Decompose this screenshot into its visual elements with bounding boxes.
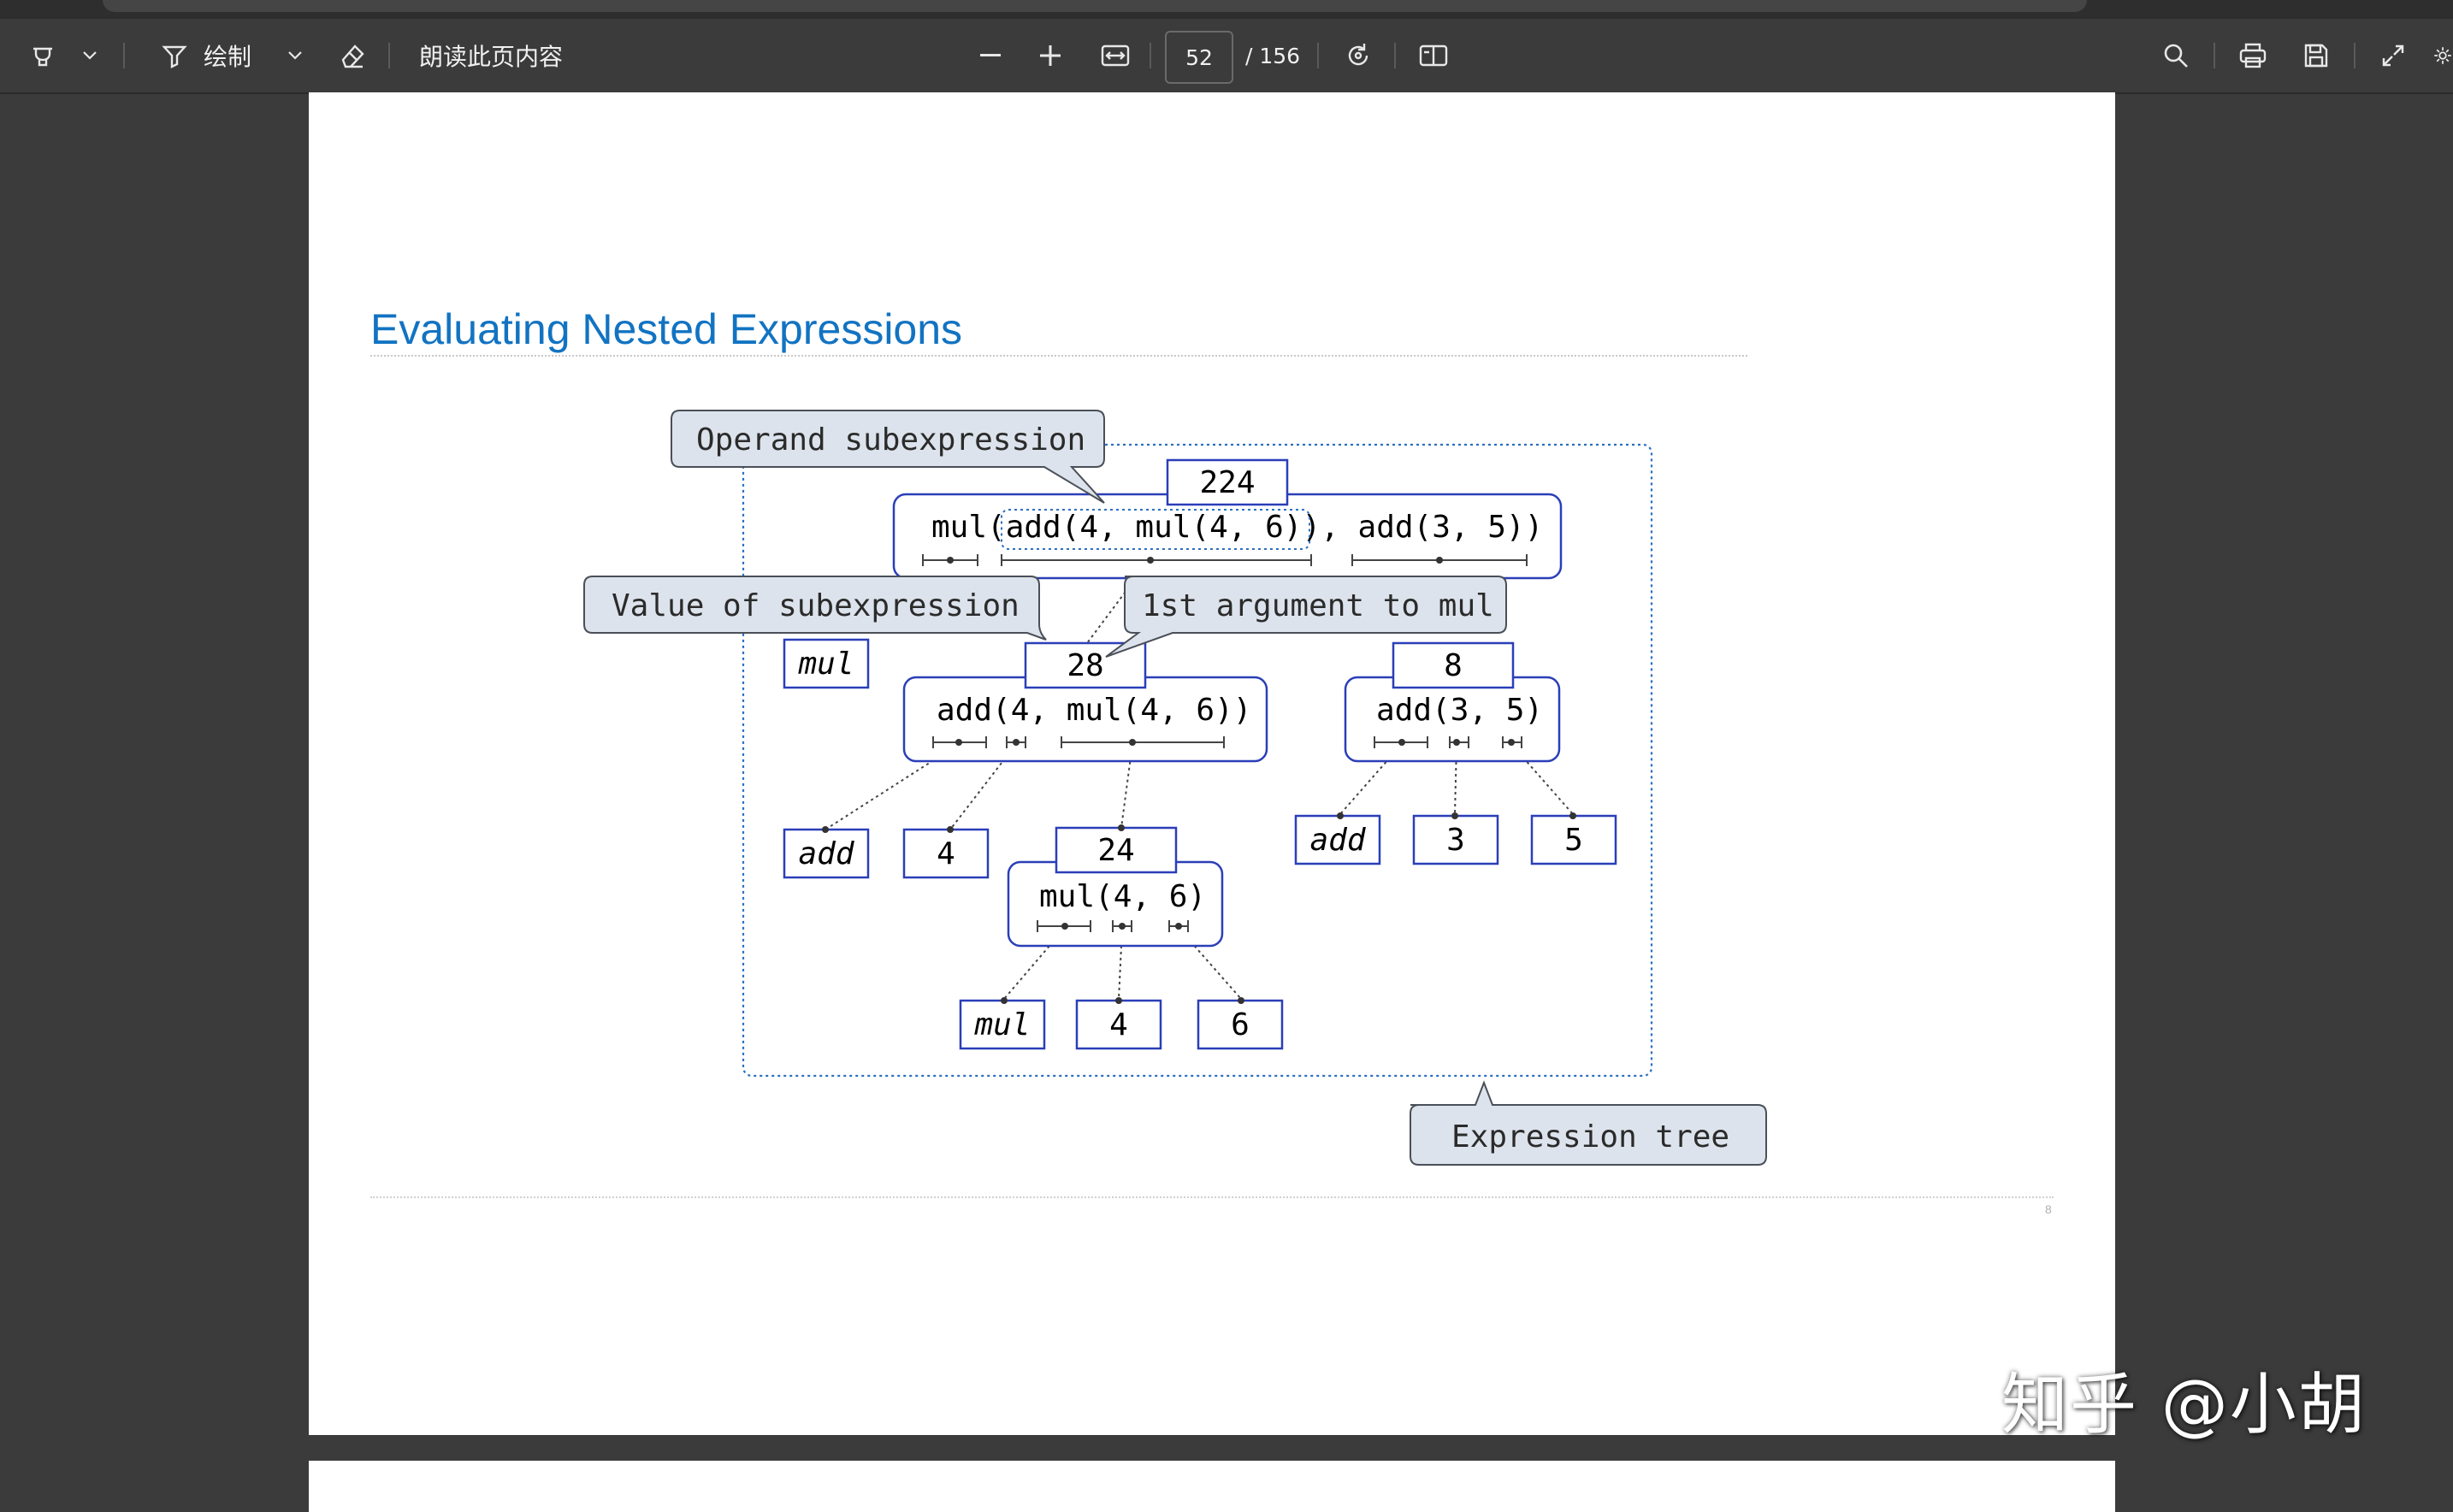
zoom-in-icon[interactable] xyxy=(1033,19,1067,92)
toolbar-divider xyxy=(1150,43,1151,68)
save-icon[interactable] xyxy=(2297,19,2335,92)
toolbar-divider xyxy=(1394,43,1396,68)
right-value: 8 xyxy=(1444,648,1463,683)
search-icon[interactable] xyxy=(2157,19,2195,92)
expression-tree-diagram: .bx { fill: #ffffff; stroke: #2a3fb8; st… xyxy=(583,410,1767,1166)
leaf-four-inner: 4 xyxy=(1109,1007,1128,1042)
toolbar-divider xyxy=(388,43,390,68)
inner-expression: mul(4, 6) xyxy=(1039,879,1206,914)
draw-icon[interactable] xyxy=(156,19,193,92)
svg-text:1st argument to mul: 1st argument to mul xyxy=(1142,588,1494,623)
page-view-icon[interactable] xyxy=(1415,19,1452,92)
root-expression: mul(add(4, mul(4, 6)), add(3, 5)) xyxy=(931,510,1543,545)
pdf-toolbar: 绘制 朗读此页内容 52 / 156 xyxy=(0,19,2453,94)
pdf-page: Evaluating Nested Expressions .bx { fill… xyxy=(309,92,2115,1435)
print-icon[interactable] xyxy=(2234,19,2272,92)
leaf-three: 3 xyxy=(1446,823,1465,858)
slide-page-number: 8 xyxy=(2045,1202,2052,1216)
leaf-six: 6 xyxy=(1231,1007,1250,1042)
draw-label[interactable]: 绘制 xyxy=(204,19,251,92)
page-total: / 156 xyxy=(1245,43,1301,68)
chevron-down-icon[interactable] xyxy=(282,19,308,92)
next-pdf-page xyxy=(309,1461,2115,1512)
tab-bar xyxy=(103,0,2087,12)
leaf-four-left: 4 xyxy=(937,836,955,871)
settings-gear-icon[interactable] xyxy=(2432,19,2453,92)
leaf-add-right: add xyxy=(1309,823,1366,858)
svg-text:Expression tree: Expression tree xyxy=(1451,1119,1729,1155)
left-value: 28 xyxy=(1067,648,1103,683)
leaf-five: 5 xyxy=(1564,823,1583,858)
callout-value-of-subexpression: Value of subexpression xyxy=(583,576,1047,641)
toolbar-divider xyxy=(123,43,125,68)
toolbar-divider xyxy=(2354,43,2355,68)
toolbar-divider xyxy=(2214,43,2215,68)
leaf-add-left: add xyxy=(798,836,854,871)
footer-rule xyxy=(370,1196,2054,1198)
read-aloud-button[interactable]: 朗读此页内容 xyxy=(419,19,563,92)
svg-text:Value of subexpression: Value of subexpression xyxy=(612,588,1020,623)
eraser-icon[interactable] xyxy=(334,19,371,92)
rotate-icon[interactable] xyxy=(1339,19,1377,92)
chevron-down-icon[interactable] xyxy=(77,19,103,92)
leaf-mul-inner: mul xyxy=(973,1007,1030,1042)
zoom-out-icon[interactable] xyxy=(973,19,1008,92)
fullscreen-icon[interactable] xyxy=(2374,19,2412,92)
fit-width-icon[interactable] xyxy=(1096,19,1134,92)
right-expression: add(3, 5) xyxy=(1376,693,1543,728)
svg-text:Operand subexpression: Operand subexpression xyxy=(696,422,1085,458)
leaf-mul-root: mul xyxy=(797,647,854,682)
page-number-input[interactable]: 52 xyxy=(1165,31,1233,84)
window-top-strip xyxy=(0,0,2453,19)
highlight-icon[interactable] xyxy=(24,19,62,92)
left-expression: add(4, mul(4, 6)) xyxy=(937,693,1251,728)
zhihu-watermark: 知乎 @小胡 xyxy=(2001,1367,2367,1444)
callout-operand-subexpression: Operand subexpression xyxy=(671,410,1105,504)
callout-expression-tree: Expression tree xyxy=(1410,1080,1767,1166)
toolbar-divider xyxy=(1317,43,1319,68)
root-value: 224 xyxy=(1199,465,1255,500)
inner-value: 24 xyxy=(1097,833,1134,868)
